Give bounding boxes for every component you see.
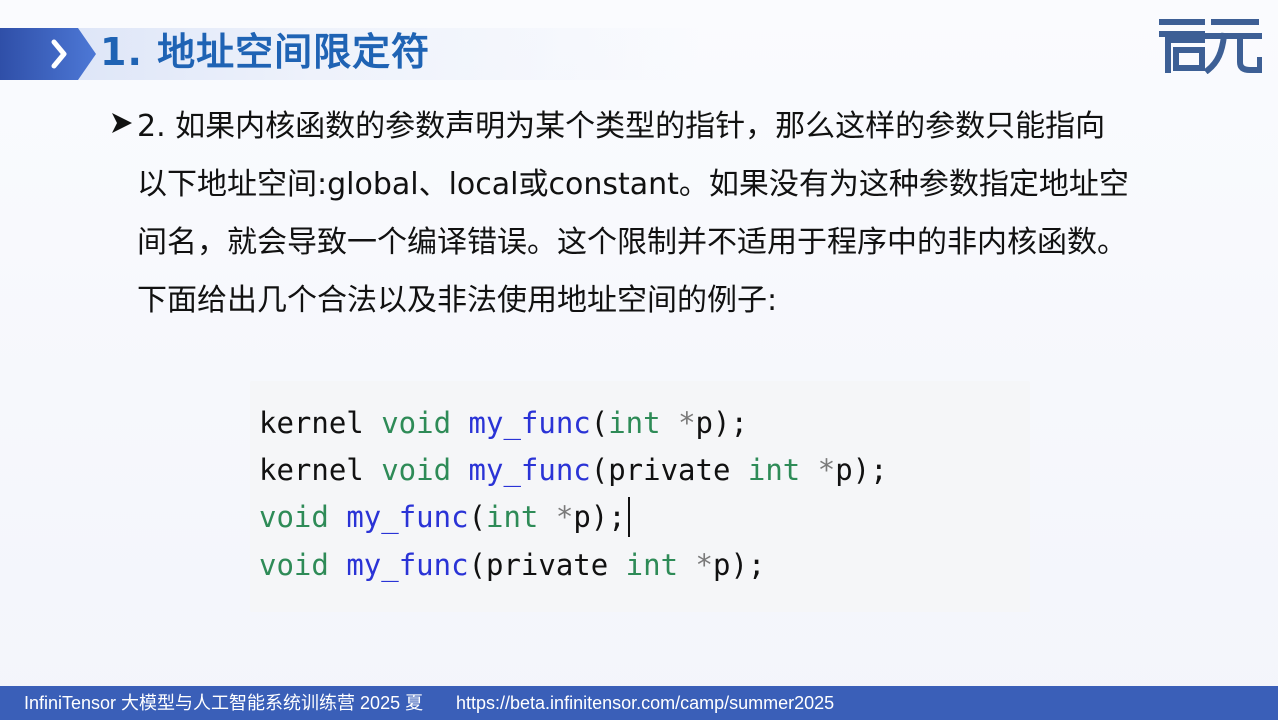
code-token: * [678,406,696,440]
code-token: void [381,453,469,487]
code-token: ( [590,406,609,440]
paragraph-line: 间名，就会导致一个编译错误。这个限制并不适用于程序中的非内核函数。 [137,225,1127,260]
code-token: int [486,500,556,534]
footer-bar: InfiniTensor 大模型与人工智能系统训练营 2025 夏 https:… [0,686,1278,720]
code-token: (private [590,453,748,487]
brand-logo [1159,19,1262,74]
code-token: kernel [259,453,382,487]
footer-url[interactable]: https://beta.infinitensor.com/camp/summe… [456,686,834,720]
code-token: void [259,500,347,534]
code-token: void [259,548,347,582]
code-token: (private [468,548,626,582]
page-title: 1. 地址空间限定符 [100,30,431,74]
chevron-right-icon [0,28,96,80]
code-line: void my_func(private int *p); [259,547,765,583]
paragraph-line: 以下地址空间:global、local或constant。如果没有为这种参数指定… [137,167,1129,202]
code-token: p); [695,406,748,440]
description-paragraph: 2. 如果内核函数的参数声明为某个类型的指针，那么这样的参数只能指向 以下地址空… [137,98,1217,330]
code-token: ( [468,500,486,534]
paragraph-line: 2. 如果内核函数的参数声明为某个类型的指针，那么这样的参数只能指向 [137,109,1106,144]
paragraph-line: 下面给出几个合法以及非法使用地址空间的例子: [137,283,778,318]
code-token: my_func [468,453,591,487]
code-token: my_func [468,406,591,440]
code-block: kernel void my_func(int *p); kernel void… [250,381,1030,612]
text-cursor [627,497,630,537]
logo-text: 启元 [0,0,1,1]
code-line: void my_func(int *p); [259,497,630,539]
code-token: int [747,453,818,487]
code-token: int [625,548,696,582]
code-token: my_func [346,500,469,534]
footer-course-text: InfiniTensor 大模型与人工智能系统训练营 2025 夏 [24,693,424,713]
code-token: p); [712,548,766,582]
code-token: * [695,548,713,582]
code-token: my_func [346,548,469,582]
code-token: kernel [259,406,382,440]
code-line: kernel void my_func(int *p); [259,405,748,441]
slide: 1. 地址空间限定符 启元 2. 如果内核函数的参数声明为某个类型的指针，那么这… [0,0,1278,720]
code-token: * [555,500,574,534]
code-line: kernel void my_func(private int *p); [259,452,888,488]
code-token: p); [835,453,888,487]
code-token: void [381,406,469,440]
code-token: int [608,406,679,440]
arrow-bullet-icon [112,113,132,133]
code-token: p); [573,500,626,534]
code-token: * [817,453,836,487]
